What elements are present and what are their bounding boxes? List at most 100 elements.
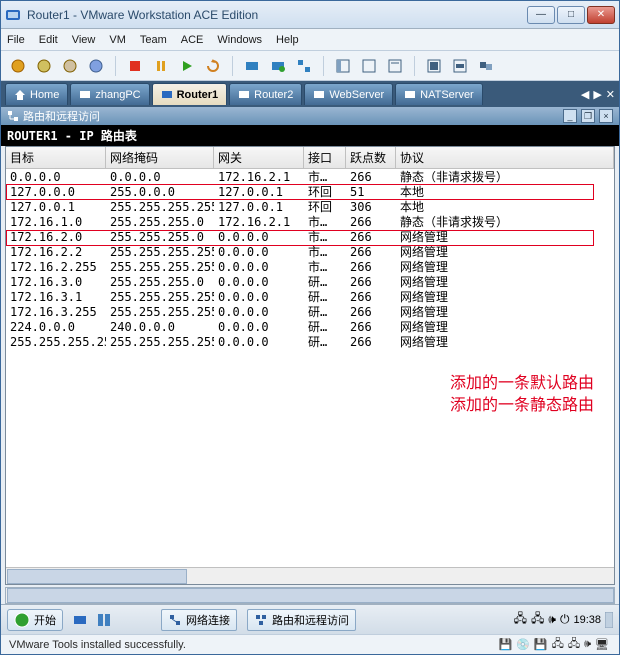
taskbar-item-network[interactable]: 网络连接: [161, 609, 237, 631]
menu-view[interactable]: View: [72, 34, 96, 46]
tab-scroll: ◀ ▶ ✕: [581, 88, 615, 101]
menu-edit[interactable]: Edit: [39, 34, 58, 46]
summary-icon[interactable]: [384, 55, 406, 77]
inner-restore-button[interactable]: ❐: [581, 109, 595, 123]
tab-router1[interactable]: Router1: [152, 83, 228, 105]
device-net-icon[interactable]: 🖧: [552, 635, 564, 654]
close-button[interactable]: ✕: [587, 6, 615, 24]
table-row[interactable]: 127.0.0.0255.0.0.0127.0.0.1环回51本地: [6, 184, 614, 199]
system-tray: 🖧 🖧 🕪 ⏻ 19:38: [514, 609, 613, 630]
guest-taskbar: 开始 网络连接 路由和远程访问 🖧 🖧 🕪 ⏻ 19:38: [1, 604, 619, 634]
horizontal-scrollbar[interactable]: [6, 567, 614, 584]
menu-file[interactable]: File: [7, 34, 25, 46]
col-protocol[interactable]: 协议: [396, 147, 614, 168]
table-row[interactable]: 172.16.2.0255.255.255.00.0.0.0市…266网络管理: [6, 229, 614, 244]
quick-launch-icon[interactable]: [73, 613, 87, 627]
tab-label: Home: [30, 89, 59, 101]
tray-network-icon[interactable]: 🖧: [531, 609, 544, 630]
suspend-icon[interactable]: [7, 55, 29, 77]
play-icon[interactable]: [176, 55, 198, 77]
menu-ace[interactable]: ACE: [181, 34, 204, 46]
quickswitch-icon[interactable]: [449, 55, 471, 77]
menu-help[interactable]: Help: [276, 34, 299, 46]
cell: 0.0.0.0: [214, 305, 304, 319]
tab-zhangpc[interactable]: zhangPC: [70, 83, 149, 105]
table-row[interactable]: 224.0.0.0240.0.0.00.0.0.0研…266网络管理: [6, 319, 614, 334]
table-row[interactable]: 172.16.3.0255.255.255.00.0.0.0研…266网络管理: [6, 274, 614, 289]
cell: 266: [346, 320, 396, 334]
table-row[interactable]: 172.16.3.1255.255.255.2550.0.0.0研…266网络管…: [6, 289, 614, 304]
snapshot-tree-icon[interactable]: [293, 55, 315, 77]
tab-close-icon[interactable]: ✕: [606, 88, 615, 101]
device-floppy-icon[interactable]: 💾: [534, 638, 548, 651]
sidebar-icon[interactable]: [332, 55, 354, 77]
tab-home[interactable]: Home: [5, 83, 68, 105]
revert-snapshot-icon[interactable]: [59, 55, 81, 77]
device-disk-icon[interactable]: 💾: [498, 638, 512, 651]
routing-icon: [254, 613, 268, 627]
outer-scrollbar[interactable]: [5, 587, 615, 604]
cell: 255.255.255.255: [106, 290, 214, 304]
scrollbar-thumb[interactable]: [7, 569, 187, 584]
stop-icon[interactable]: [124, 55, 146, 77]
table-row[interactable]: 172.16.2.255255.255.255.2550.0.0.0市…266网…: [6, 259, 614, 274]
start-button[interactable]: 开始: [7, 609, 63, 631]
tab-label: NATServer: [420, 89, 474, 101]
table-row[interactable]: 0.0.0.00.0.0.0172.16.2.1市…266静态（非请求拨号）: [6, 169, 614, 184]
cell: 306: [346, 200, 396, 214]
scrollbar-thumb[interactable]: [7, 588, 614, 603]
tab-router2[interactable]: Router2: [229, 83, 302, 105]
tray-volume-icon[interactable]: 🕪: [548, 612, 556, 627]
show-desktop-icon[interactable]: [605, 612, 613, 628]
table-row[interactable]: 172.16.3.255255.255.255.2550.0.0.0研…266网…: [6, 304, 614, 319]
tab-webserver[interactable]: WebServer: [304, 83, 393, 105]
table-row[interactable]: 172.16.2.2255.255.255.2550.0.0.0市…266网络管…: [6, 244, 614, 259]
table-row[interactable]: 127.0.0.1255.255.255.255127.0.0.1环回306本地: [6, 199, 614, 214]
device-net-icon[interactable]: 🖧: [568, 635, 580, 654]
col-interface[interactable]: 接口: [304, 147, 346, 168]
unity-icon[interactable]: [475, 55, 497, 77]
device-sound-icon[interactable]: 🕪: [584, 638, 591, 651]
scroll-left-icon[interactable]: ◀: [581, 88, 589, 101]
tab-label: Router2: [254, 89, 293, 101]
inner-window-title: 路由和远程访问: [23, 108, 100, 124]
fullscreen-icon[interactable]: [423, 55, 445, 77]
snapshot-mgr-icon[interactable]: [267, 55, 289, 77]
start-label: 开始: [34, 612, 56, 628]
device-cd-icon[interactable]: 💿: [516, 638, 530, 651]
col-dest[interactable]: 目标: [6, 147, 106, 168]
cell: 266: [346, 305, 396, 319]
cell: 172.16.3.255: [6, 305, 106, 319]
tab-natserver[interactable]: NATServer: [395, 83, 483, 105]
table-row[interactable]: 255.255.255.255255.255.255.2550.0.0.0研…2…: [6, 334, 614, 349]
menu-windows[interactable]: Windows: [217, 34, 262, 46]
col-metric[interactable]: 跃点数: [346, 147, 396, 168]
device-display-icon[interactable]: 🖥: [595, 638, 609, 651]
inner-close-button[interactable]: ×: [599, 109, 613, 123]
maximize-button[interactable]: □: [557, 6, 585, 24]
pause-icon[interactable]: [150, 55, 172, 77]
menu-team[interactable]: Team: [140, 34, 167, 46]
menu-vm[interactable]: VM: [109, 34, 126, 46]
minimize-button[interactable]: —: [527, 6, 555, 24]
cell: 266: [346, 335, 396, 349]
take-snapshot-icon[interactable]: [85, 55, 107, 77]
col-gateway[interactable]: 网关: [214, 147, 304, 168]
cell: 255.255.255.255: [106, 305, 214, 319]
console-icon[interactable]: [358, 55, 380, 77]
tray-clock[interactable]: 19:38: [573, 614, 601, 626]
scroll-right-icon[interactable]: ▶: [593, 88, 601, 101]
table-row[interactable]: 172.16.1.0255.255.255.0172.16.2.1市…266静态…: [6, 214, 614, 229]
reset-icon[interactable]: [202, 55, 224, 77]
cell: 240.0.0.0: [106, 320, 214, 334]
col-mask[interactable]: 网络掩码: [106, 147, 214, 168]
snapshot-icon[interactable]: [241, 55, 263, 77]
cell: 266: [346, 290, 396, 304]
revert-icon[interactable]: [33, 55, 55, 77]
quick-launch-icon[interactable]: [97, 613, 111, 627]
tray-power-icon[interactable]: ⏻: [560, 612, 570, 627]
cell: 0.0.0.0: [106, 170, 214, 184]
taskbar-item-routing[interactable]: 路由和远程访问: [247, 609, 356, 631]
tray-network-icon[interactable]: 🖧: [514, 609, 527, 630]
inner-minimize-button[interactable]: _: [563, 109, 577, 123]
